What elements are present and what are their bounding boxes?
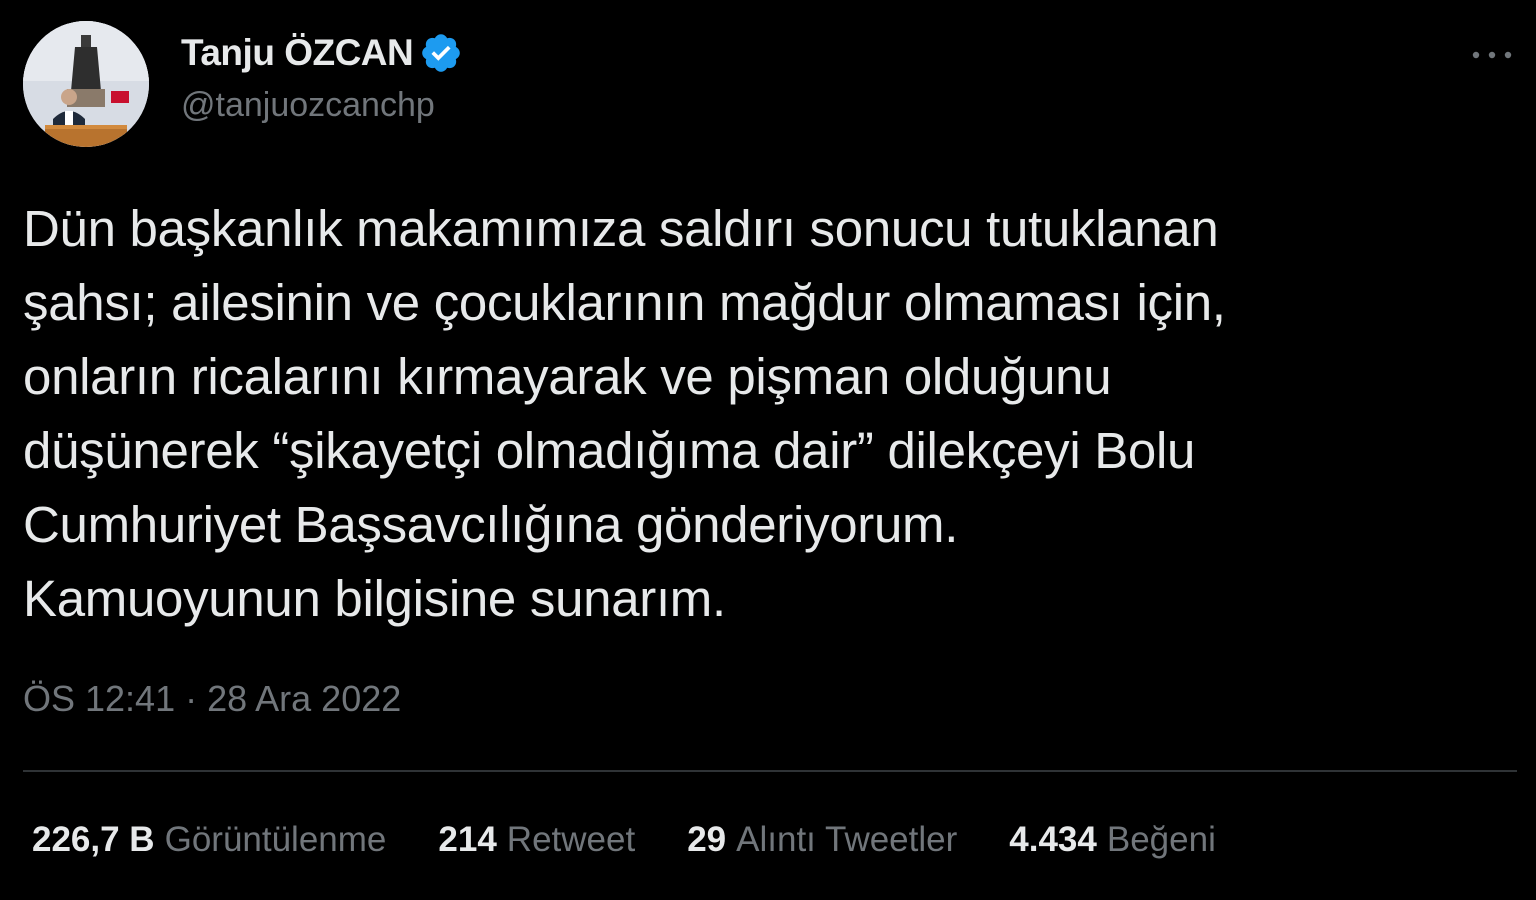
- tweet-card: Tanju ÖZCAN @tanjuozcanchp Dün başkanlık…: [0, 0, 1536, 900]
- author-name-row[interactable]: Tanju ÖZCAN: [181, 30, 463, 76]
- author-display-name: Tanju ÖZCAN: [181, 32, 414, 73]
- stat-quote-tweets[interactable]: 29 Alıntı Tweetler: [687, 820, 957, 860]
- stat-views[interactable]: 226,7 B Görüntülenme: [32, 820, 386, 860]
- avatar[interactable]: [23, 21, 149, 147]
- stat-likes-value: 4.434: [1009, 820, 1097, 859]
- tweet-text: Dün başkanlık makamımıza saldırı sonucu …: [23, 192, 1513, 636]
- stat-views-value: 226,7 B: [32, 820, 155, 859]
- avatar-image: [23, 21, 149, 147]
- stat-quote-tweets-value: 29: [687, 820, 727, 859]
- stat-retweets-label: Retweet: [506, 820, 636, 859]
- tweet-timestamp[interactable]: ÖS 12:41 · 28 Ara 2022: [23, 678, 401, 720]
- stat-views-label: Görüntülenme: [164, 820, 387, 859]
- author-handle[interactable]: @tanjuozcanchp: [181, 86, 435, 125]
- stat-quote-tweets-label: Alıntı Tweetler: [736, 820, 958, 859]
- tweet-text-line: Kamuoyunun bilgisine sunarım.: [23, 570, 726, 627]
- tweet-text-line: şahsı; ailesinin ve çocuklarının mağdur …: [23, 274, 1226, 331]
- stat-retweets[interactable]: 214 Retweet: [438, 820, 635, 860]
- ellipsis-horizontal-icon: [1472, 51, 1512, 59]
- stat-likes[interactable]: 4.434 Beğeni: [1009, 820, 1216, 860]
- verified-badge-icon: [422, 34, 461, 72]
- stat-likes-label: Beğeni: [1106, 820, 1216, 859]
- tweet-stats: 226,7 B Görüntülenme 214 Retweet 29 Alın…: [32, 820, 1268, 860]
- tweet-text-line: onların ricalarını kırmayarak ve pişman …: [23, 348, 1112, 405]
- divider: [23, 770, 1517, 772]
- more-options-button[interactable]: [1467, 38, 1517, 72]
- tweet-text-line: Cumhuriyet Başsavcılığına gönderiyorum.: [23, 496, 959, 553]
- stat-retweets-value: 214: [438, 820, 497, 859]
- tweet-text-line: Dün başkanlık makamımıza saldırı sonucu …: [23, 200, 1219, 257]
- tweet-text-line: düşünerek “şikayetçi olmadığıma dair” di…: [23, 422, 1196, 479]
